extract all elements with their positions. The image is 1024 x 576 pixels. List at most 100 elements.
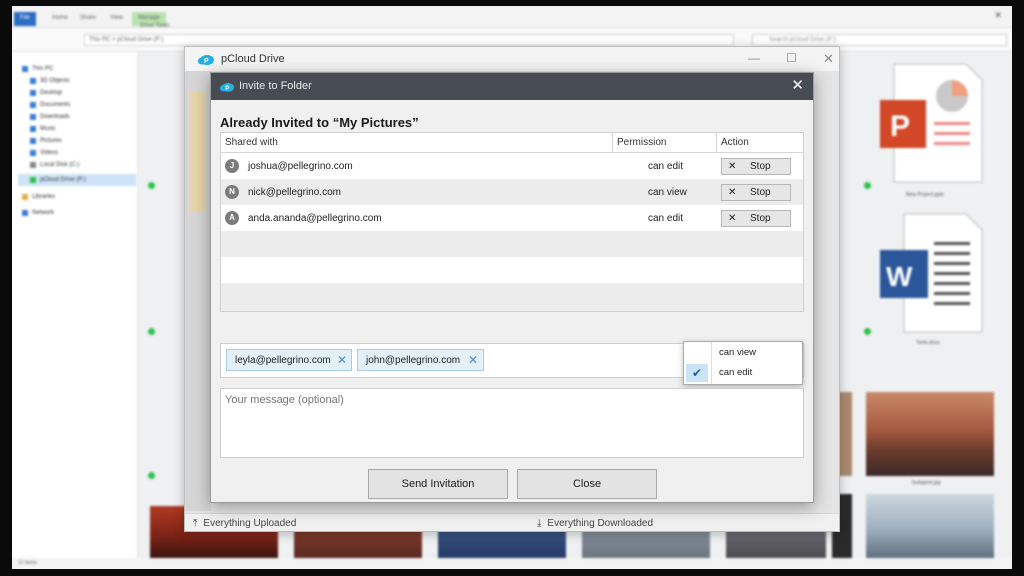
sidebar-item-this-pc[interactable]: This PC bbox=[22, 66, 53, 72]
send-invitation-button[interactable]: Send Invitation bbox=[368, 469, 508, 499]
explorer-tab-home[interactable]: Home bbox=[46, 12, 74, 26]
sidebar-item-network[interactable]: Network bbox=[22, 210, 54, 216]
file-label-docx: Texts.docx bbox=[916, 340, 940, 346]
permission-option-can-view[interactable]: can view bbox=[684, 343, 802, 363]
sidebar-item-pictures[interactable]: Pictures bbox=[30, 138, 62, 144]
pcloud-statusbar: ⤒ Everything Uploaded ⤓ Everything Downl… bbox=[185, 513, 839, 531]
table-row: N nick@pellegrino.com can view ✕ Stop bbox=[221, 179, 803, 205]
drive-icon bbox=[30, 162, 36, 168]
svg-text:P: P bbox=[204, 58, 209, 65]
email-chip: john@pellegrino.com ✕ bbox=[357, 349, 484, 371]
explorer-tab-file[interactable]: File bbox=[14, 12, 36, 26]
photo-thumbnail-city[interactable] bbox=[866, 494, 994, 558]
sync-status-icon bbox=[148, 472, 155, 479]
table-row-empty bbox=[221, 257, 803, 283]
permission-value: can edit bbox=[648, 161, 684, 172]
drive-icon bbox=[30, 177, 36, 183]
upload-arrow-icon: ⤒ bbox=[193, 518, 198, 529]
stop-sharing-button[interactable]: ✕ Stop bbox=[721, 158, 791, 175]
file-thumbnail-docx[interactable]: W bbox=[880, 212, 992, 336]
maximize-icon[interactable]: ☐ bbox=[786, 51, 797, 65]
permission-value: can view bbox=[648, 187, 687, 198]
close-icon: ✕ bbox=[728, 161, 737, 172]
pcloud-window-title: pCloud Drive bbox=[221, 53, 285, 65]
folder-icon bbox=[22, 194, 28, 200]
shared-email: anda.ananda@pellegrino.com bbox=[248, 213, 382, 224]
sidebar-item-downloads[interactable]: Downloads bbox=[30, 114, 70, 120]
pcloud-logo-icon: P bbox=[198, 55, 214, 65]
photo-thumbnail-budapest[interactable] bbox=[866, 392, 994, 476]
explorer-address-bar[interactable]: This PC > pCloud Drive (P:) bbox=[84, 34, 734, 46]
message-input[interactable] bbox=[220, 388, 804, 458]
word-icon: W bbox=[880, 213, 983, 333]
file-label-jpg: budapest.jpg bbox=[912, 480, 941, 486]
sidebar-item-documents[interactable]: Documents bbox=[30, 102, 70, 108]
computer-icon bbox=[22, 66, 28, 72]
table-row-empty bbox=[221, 283, 803, 311]
sidebar-item-pcloud-drive[interactable]: pCloud Drive (P:) bbox=[18, 174, 136, 186]
avatar: N bbox=[225, 185, 239, 199]
permission-option-can-edit[interactable]: ✔ can edit bbox=[684, 363, 802, 383]
upload-status: ⤒ Everything Uploaded bbox=[193, 518, 297, 529]
email-chip: leyla@pellegrino.com ✕ bbox=[226, 349, 352, 371]
explorer-search-input[interactable]: Search pCloud Drive (P:) bbox=[752, 34, 1007, 46]
explorer-tab-view[interactable]: View bbox=[104, 12, 129, 26]
minimize-icon[interactable]: — bbox=[748, 51, 760, 65]
table-header: Shared with Permission Action bbox=[221, 133, 803, 153]
column-header-shared-with[interactable]: Shared with bbox=[221, 133, 613, 153]
table-row: J joshua@pellegrino.com can edit ✕ Stop bbox=[221, 153, 803, 179]
close-button[interactable]: Close bbox=[517, 469, 657, 499]
shared-email: joshua@pellegrino.com bbox=[248, 161, 353, 172]
explorer-statusbar: 12 items bbox=[12, 558, 1012, 569]
powerpoint-icon: P bbox=[880, 63, 983, 183]
avatar: A bbox=[225, 211, 239, 225]
close-icon[interactable]: ✕ bbox=[823, 51, 834, 67]
pcloud-titlebar: P pCloud Drive — ☐ ✕ bbox=[185, 47, 839, 71]
sidebar-item-desktop[interactable]: Desktop bbox=[30, 90, 62, 96]
dialog-title: Invite to Folder bbox=[239, 80, 312, 92]
svg-text:W: W bbox=[886, 261, 913, 292]
column-header-permission[interactable]: Permission bbox=[613, 133, 717, 153]
permission-value: can edit bbox=[648, 213, 684, 224]
svg-text:P: P bbox=[890, 110, 910, 143]
invite-to-folder-dialog: P Invite to Folder ✕ Already Invited to … bbox=[210, 72, 814, 503]
download-arrow-icon: ⤓ bbox=[537, 518, 542, 529]
stop-sharing-button[interactable]: ✕ Stop bbox=[721, 210, 791, 227]
close-icon: ✕ bbox=[728, 187, 737, 198]
file-thumbnail-pptx[interactable]: P bbox=[880, 62, 992, 186]
download-status: ⤓ Everything Downloaded bbox=[537, 518, 654, 529]
shared-email: nick@pellegrino.com bbox=[248, 187, 341, 198]
close-icon: ✕ bbox=[728, 213, 737, 224]
sidebar-item-local-disk[interactable]: Local Disk (C:) bbox=[30, 162, 79, 168]
sync-status-icon bbox=[148, 182, 155, 189]
explorer-tab-share[interactable]: Share bbox=[74, 12, 102, 26]
folder-icon bbox=[30, 126, 36, 132]
sync-status-icon bbox=[148, 328, 155, 335]
explorer-close-icon[interactable]: ✕ bbox=[994, 10, 1002, 21]
explorer-sidebar: This PC 3D Objects Desktop Documents Dow… bbox=[12, 52, 138, 560]
avatar: J bbox=[225, 159, 239, 173]
remove-chip-icon[interactable]: ✕ bbox=[337, 353, 347, 367]
network-icon bbox=[22, 210, 28, 216]
stop-sharing-button[interactable]: ✕ Stop bbox=[721, 184, 791, 201]
folder-icon bbox=[30, 102, 36, 108]
folder-icon bbox=[30, 90, 36, 96]
folder-strip bbox=[189, 91, 205, 211]
sidebar-item-videos[interactable]: Videos bbox=[30, 150, 58, 156]
remove-chip-icon[interactable]: ✕ bbox=[468, 353, 478, 367]
already-invited-heading: Already Invited to “My Pictures” bbox=[220, 115, 419, 130]
sidebar-item-libraries[interactable]: Libraries bbox=[22, 194, 55, 200]
explorer-titlebar: File Home Share View Manage Drive Tools … bbox=[12, 6, 1012, 29]
folder-icon bbox=[30, 114, 36, 120]
column-header-action[interactable]: Action bbox=[717, 133, 803, 153]
shared-with-table: Shared with Permission Action J joshua@p… bbox=[220, 132, 804, 312]
sync-status-icon bbox=[864, 182, 871, 189]
table-row: A anda.ananda@pellegrino.com can edit ✕ … bbox=[221, 205, 803, 231]
checkmark-icon: ✔ bbox=[686, 364, 708, 382]
sidebar-item-music[interactable]: Music bbox=[30, 126, 56, 132]
file-label-pptx: New Project.pptx bbox=[906, 192, 944, 198]
folder-icon bbox=[30, 78, 36, 84]
permission-dropdown[interactable]: can view ✔ can edit bbox=[683, 341, 803, 385]
dialog-close-icon[interactable]: ✕ bbox=[791, 78, 804, 93]
sidebar-item-3d-objects[interactable]: 3D Objects bbox=[30, 78, 70, 84]
